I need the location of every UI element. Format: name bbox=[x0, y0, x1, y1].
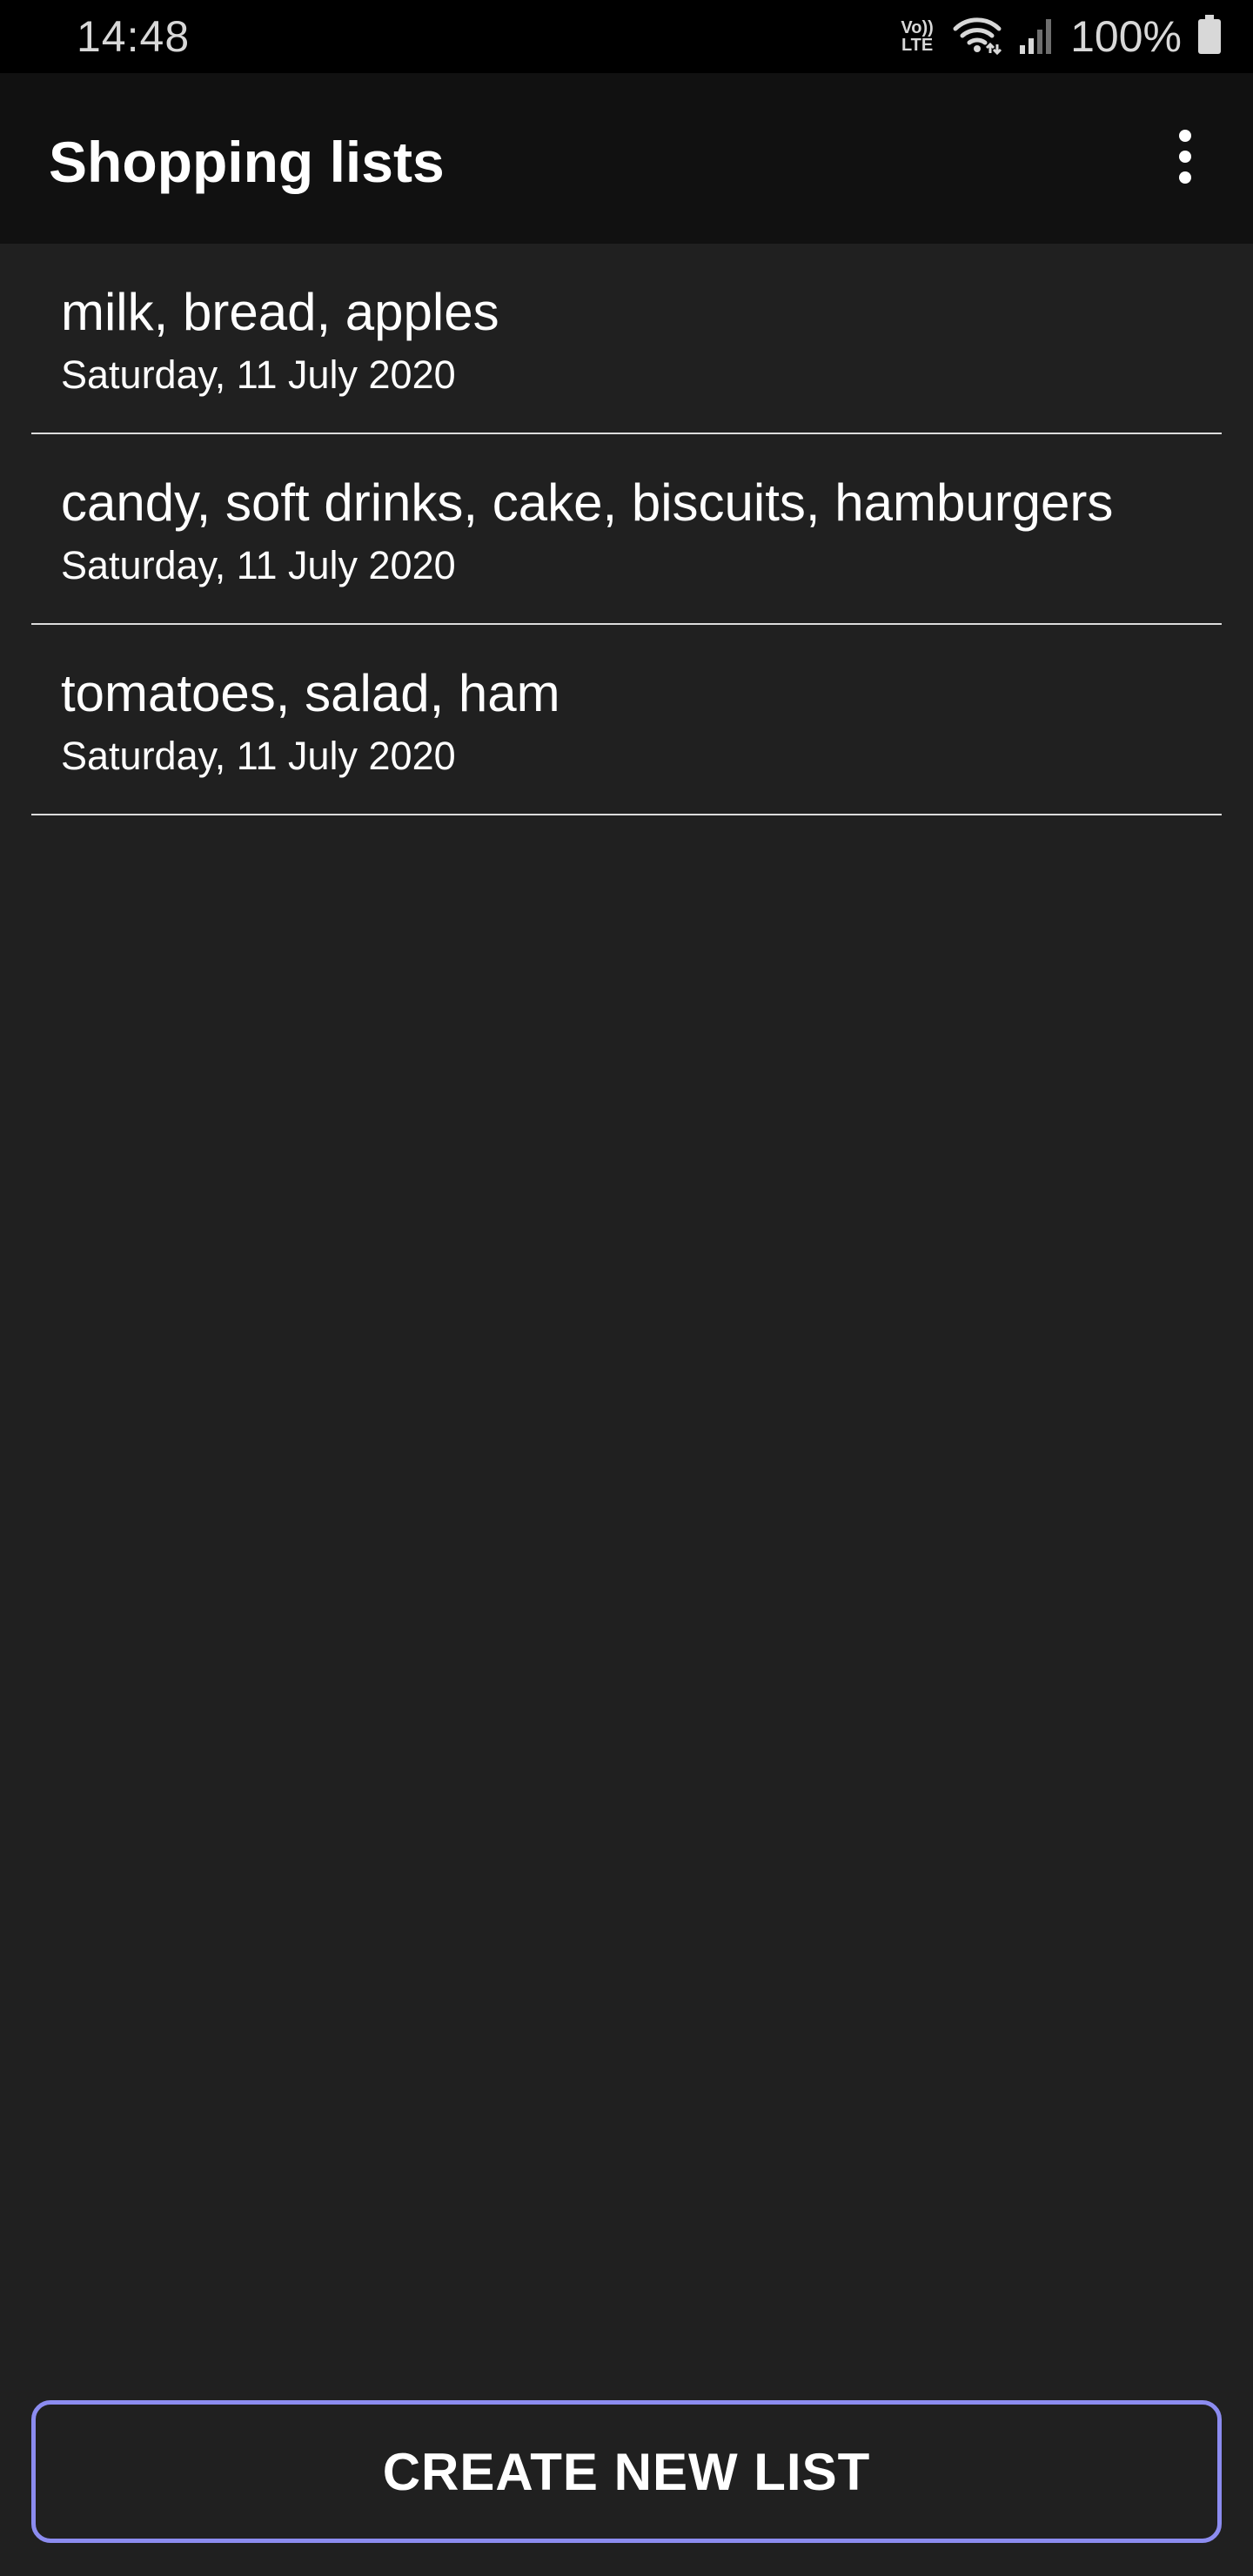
shopping-list: milk, bread, apples Saturday, 11 July 20… bbox=[0, 244, 1253, 815]
status-icons: Vo)) LTE 100% bbox=[898, 10, 1222, 63]
list-item-date: Saturday, 11 July 2020 bbox=[61, 543, 456, 587]
app-bar: Shopping lists bbox=[0, 73, 1253, 244]
volte-top-label: Vo)) bbox=[901, 18, 934, 37]
list-item[interactable]: tomatoes, salad, ham Saturday, 11 July 2… bbox=[0, 625, 1253, 815]
list-item-date: Saturday, 11 July 2020 bbox=[61, 352, 456, 397]
more-vert-icon bbox=[1176, 129, 1194, 189]
battery-level: 100% bbox=[1070, 12, 1182, 61]
signal-icon bbox=[1018, 16, 1055, 58]
overflow-menu-button[interactable] bbox=[1142, 115, 1229, 202]
list-item-title: candy, soft drinks, cake, biscuits, hamb… bbox=[61, 473, 1114, 532]
list-item-date: Saturday, 11 July 2020 bbox=[61, 734, 456, 778]
list-item[interactable]: milk, bread, apples Saturday, 11 July 20… bbox=[0, 244, 1253, 434]
list-item[interactable]: candy, soft drinks, cake, biscuits, hamb… bbox=[0, 434, 1253, 625]
status-bar: 14:48 Vo)) LTE 100% bbox=[0, 0, 1253, 73]
list-item-title: tomatoes, salad, ham bbox=[61, 664, 560, 722]
status-time: 14:48 bbox=[77, 12, 191, 61]
list-item-title: milk, bread, apples bbox=[61, 283, 499, 341]
page-title: Shopping lists bbox=[49, 130, 445, 194]
volte-bottom-label: LTE bbox=[901, 36, 934, 55]
battery-icon bbox=[1197, 14, 1222, 59]
create-new-list-button[interactable]: CREATE NEW LIST bbox=[31, 2400, 1222, 2543]
wifi-icon bbox=[952, 15, 1002, 59]
volte-icon: Vo)) LTE bbox=[898, 19, 936, 54]
